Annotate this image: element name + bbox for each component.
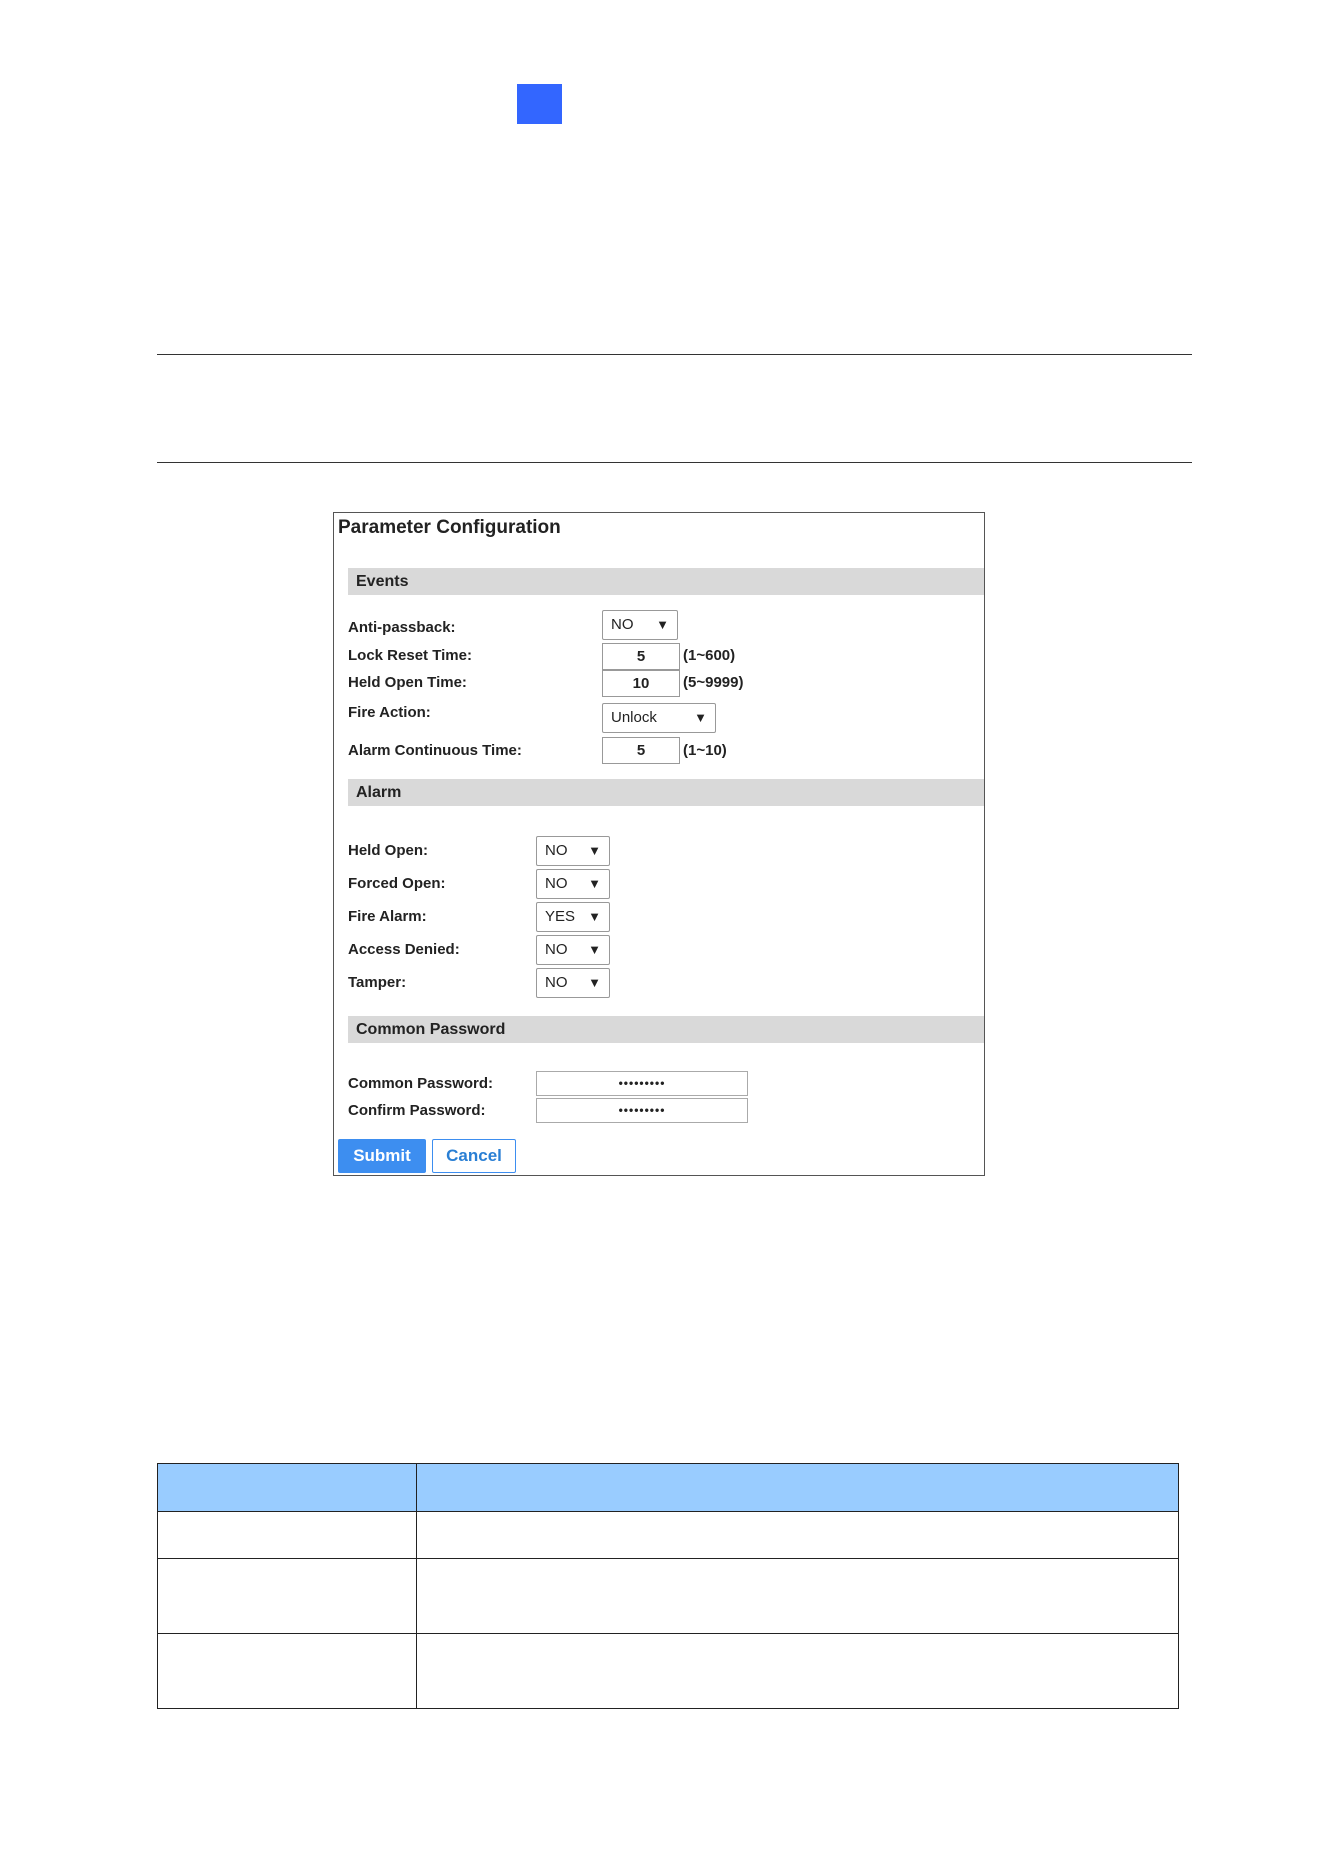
lock-reset-time-label: Lock Reset Time: xyxy=(348,647,472,664)
lock-reset-time-input[interactable]: 5 xyxy=(602,643,680,670)
table-row xyxy=(157,1511,1179,1559)
tamper-value: NO xyxy=(545,974,568,991)
table-row xyxy=(157,1633,1179,1709)
confirm-password-input[interactable]: ••••••••• xyxy=(536,1098,748,1123)
held-open-time-range: (5~9999) xyxy=(683,674,744,691)
forced-open-label: Forced Open: xyxy=(348,875,446,892)
access-denied-value: NO xyxy=(545,941,568,958)
cancel-button[interactable]: Cancel xyxy=(432,1139,516,1173)
held-open-select[interactable]: NO ▼ xyxy=(536,836,610,866)
anti-passback-select[interactable]: NO ▼ xyxy=(602,610,678,640)
chevron-down-icon: ▼ xyxy=(588,975,601,990)
panel-title: Parameter Configuration xyxy=(338,517,561,538)
access-denied-select[interactable]: NO ▼ xyxy=(536,935,610,965)
table-row xyxy=(157,1558,1179,1634)
table-cell xyxy=(157,1558,417,1634)
chevron-down-icon: ▼ xyxy=(588,909,601,924)
section-header-common-password: Common Password xyxy=(348,1016,984,1043)
section-header-alarm: Alarm xyxy=(348,779,984,806)
tamper-select[interactable]: NO ▼ xyxy=(536,968,610,998)
confirm-password-label: Confirm Password: xyxy=(348,1102,486,1119)
chevron-down-icon: ▼ xyxy=(694,710,707,725)
fire-alarm-value: YES xyxy=(545,908,576,925)
access-denied-label: Access Denied: xyxy=(348,941,460,958)
table-cell xyxy=(157,1633,417,1709)
section-header-events: Events xyxy=(348,568,984,595)
forced-open-select[interactable]: NO ▼ xyxy=(536,869,610,899)
fire-action-value: Unlock xyxy=(611,709,657,726)
anti-passback-value: NO xyxy=(611,616,634,633)
held-open-label: Held Open: xyxy=(348,842,429,859)
held-open-time-label: Held Open Time: xyxy=(348,674,467,691)
fire-action-select[interactable]: Unlock ▼ xyxy=(602,703,716,733)
table-cell xyxy=(416,1633,1179,1709)
fire-alarm-label: Fire Alarm: xyxy=(348,908,427,925)
table-header-cell xyxy=(416,1463,1179,1512)
lock-reset-time-range: (1~600) xyxy=(683,647,736,664)
chevron-down-icon: ▼ xyxy=(588,876,601,891)
chapter-marker xyxy=(517,84,562,124)
fire-alarm-select[interactable]: YES ▼ xyxy=(536,902,610,932)
divider-bottom xyxy=(157,462,1192,463)
table-cell xyxy=(416,1558,1179,1634)
alarm-continuous-time-input[interactable]: 5 xyxy=(602,737,680,764)
description-table xyxy=(157,1463,1179,1709)
table-cell xyxy=(416,1511,1179,1559)
fire-action-label: Fire Action: xyxy=(348,704,431,721)
table-cell xyxy=(157,1511,417,1559)
alarm-continuous-time-range: (1~10) xyxy=(683,742,727,759)
anti-passback-label: Anti-passback: xyxy=(348,619,456,636)
chevron-down-icon: ▼ xyxy=(588,843,601,858)
forced-open-value: NO xyxy=(545,875,568,892)
common-password-label: Common Password: xyxy=(348,1075,494,1092)
table-header-row xyxy=(157,1463,1179,1512)
table-header-cell xyxy=(157,1463,417,1512)
tamper-label: Tamper: xyxy=(348,974,407,991)
alarm-continuous-time-label: Alarm Continuous Time: xyxy=(348,742,522,759)
chevron-down-icon: ▼ xyxy=(656,617,669,632)
common-password-input[interactable]: ••••••••• xyxy=(536,1071,748,1096)
divider-top xyxy=(157,354,1192,355)
parameter-configuration-panel: Parameter Configuration Events Anti-pass… xyxy=(333,512,985,1176)
chevron-down-icon: ▼ xyxy=(588,942,601,957)
held-open-time-input[interactable]: 10 xyxy=(602,670,680,697)
submit-button[interactable]: Submit xyxy=(338,1139,426,1173)
held-open-value: NO xyxy=(545,842,568,859)
